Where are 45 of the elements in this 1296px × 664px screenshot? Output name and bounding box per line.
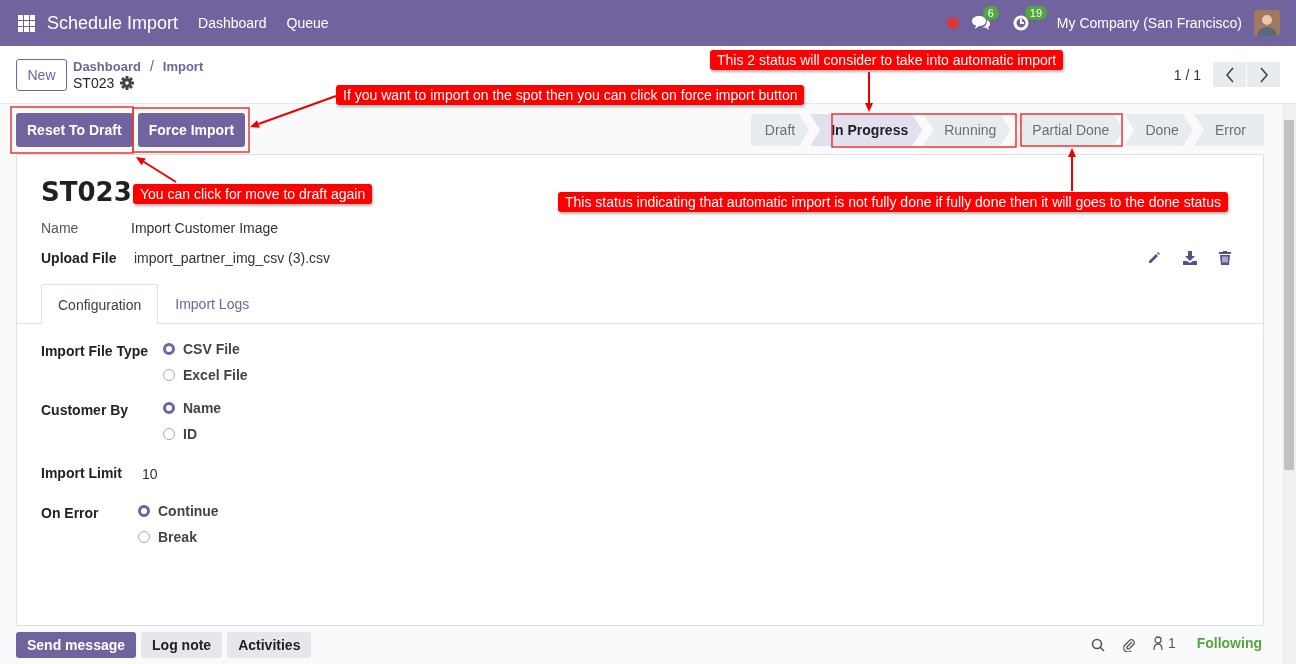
status-stage[interactable]: Draft [750,114,810,146]
status-stage[interactable]: Running [923,114,1011,146]
notification-badge: 6 [982,6,999,20]
field-label: Name [41,220,80,236]
nav-menu-item[interactable]: Dashboard [198,15,267,31]
callout: This 2 status will consider to take into automatic import [710,50,1064,70]
breadcrumb-separator: / [149,58,154,74]
chatter-button[interactable]: Log note [141,632,223,658]
callout: If you want to import on the spot then you can click on force import button [336,85,805,105]
field-label: Upload File [41,250,118,266]
action-button[interactable]: Reset To Draft [16,113,133,147]
radio-label: CSV File [183,340,240,357]
field-label: Customer By [41,401,130,418]
radio-label: Excel File [183,366,248,383]
app-title[interactable]: Schedule Import [47,12,179,34]
callout: This status indicating that automatic import is not fully done if fully done then it will goes to the done status [558,192,1229,212]
pager-value: 1 / 1 [1173,66,1201,83]
field-label: On Error [41,504,100,521]
radio-label: Break [158,528,197,545]
tab[interactable]: Import Logs [158,283,267,323]
callout: You can click for move to draft again [133,184,373,204]
status-stage[interactable]: Done [1124,114,1193,146]
chatter-button[interactable]: Send message [16,632,137,658]
new-button[interactable]: New [16,58,67,91]
breadcrumb-link[interactable]: Import [162,58,204,74]
company-switcher[interactable]: My Company (San Francisco) [1056,15,1242,31]
notification-badge: 19 [1024,6,1048,20]
field-label: Import Limit [41,464,123,481]
nav-menu-item[interactable]: Queue [286,15,329,31]
field-value: Import Customer Image [131,220,279,236]
follower-count: 1 [1167,635,1176,651]
action-button[interactable]: Force Import [137,113,246,147]
record-name: ST023 [73,75,115,91]
field-label: Import File Type [41,342,150,359]
following-button[interactable]: Following [1196,635,1262,651]
field-value: 10 [141,465,159,484]
radio-label: Name [183,399,222,416]
file-name: import_partner_img_csv (3).csv [134,250,331,266]
tab[interactable]: Configuration [41,284,159,324]
record-title: ST023 [41,177,132,207]
status-stage[interactable]: Error [1193,114,1264,146]
radio-label: ID [183,425,197,442]
chatter-button[interactable]: Activities [227,632,312,658]
breadcrumb-link[interactable]: Dashboard [73,58,141,74]
radio-label: Continue [158,502,219,519]
